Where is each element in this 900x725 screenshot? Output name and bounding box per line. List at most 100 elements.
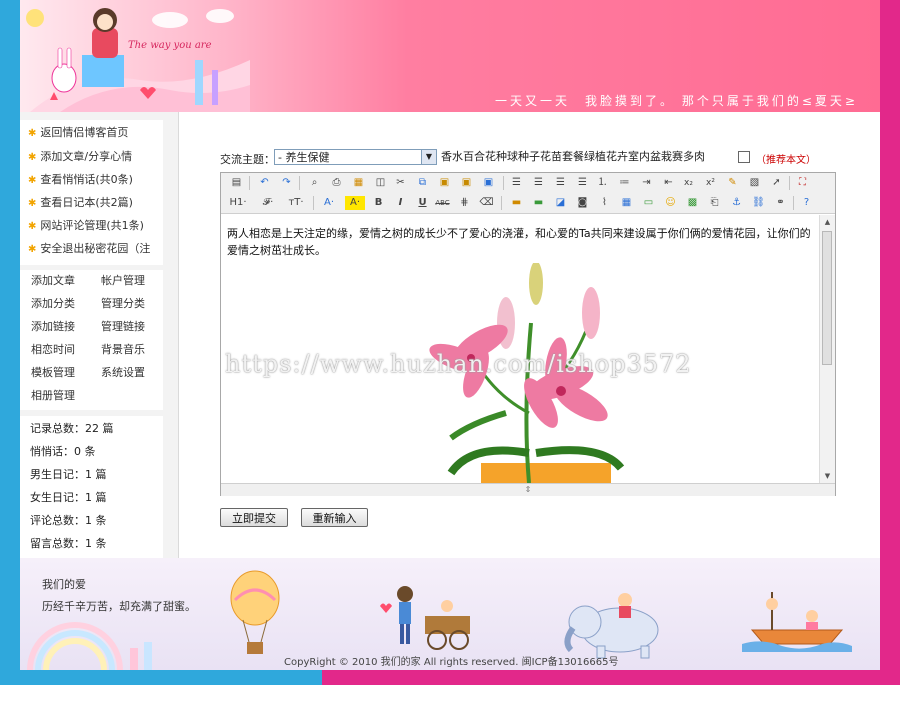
redo-icon[interactable]: ↷ [279,176,294,190]
admin-manage-links[interactable]: 管理链接 [101,318,145,336]
content-divider [178,112,179,558]
link-icon[interactable]: ⛓ [751,196,766,210]
admin-templates[interactable]: 模板管理 [31,364,75,382]
bold-icon[interactable]: B [371,196,386,210]
category-select[interactable]: - 养生保健 ▼ [274,149,437,165]
map-icon[interactable]: ▩ [685,196,700,210]
menu-home-link[interactable]: ✱ 返回情侣博客首页 [28,124,128,142]
star-icon: ✱ [28,221,37,232]
select-icon[interactable]: ➚ [769,176,784,190]
font-family-icon[interactable]: 𝓕· [257,196,279,210]
new-icon[interactable]: ◫ [373,176,388,190]
flash-icon[interactable]: ◪ [553,196,568,210]
paste-word-icon[interactable]: ▣ [481,176,496,190]
admin-love-time[interactable]: 相恋时间 [31,341,75,359]
print-icon[interactable]: ⎙ [329,176,344,190]
editor-vertical-scrollbar[interactable]: ▲ ▼ [819,215,835,483]
sidebar: ✱ 返回情侣博客首页 ✱ 添加文章/分享心情 ✱ 查看悄悄话(共0条) ✱ 查看日记本(… [20,112,178,558]
select-all-icon[interactable]: ▧ [747,176,762,190]
underline-icon[interactable]: U [415,196,430,210]
site-header: The way you are 一天又一天 我脸摸到了。 那个只属于我们的≤夏天… [20,0,880,112]
indent-icon[interactable]: ⇥ [639,176,654,190]
admin-album[interactable]: 相册管理 [31,387,75,405]
scroll-thumb[interactable] [822,231,832,365]
menu-add-article-link[interactable]: ✱ 添加文章/分享心情 [28,148,132,166]
copy-icon[interactable]: ⧉ [415,176,430,190]
emoticon-icon[interactable]: ☺ [663,196,678,210]
anchor-icon[interactable]: ⚓ [729,196,744,210]
admin-account[interactable]: 帐户管理 [101,272,145,290]
fullscreen-icon[interactable]: ⛶ [795,176,810,190]
header-illustration: The way you are [26,8,250,112]
admin-add-link[interactable]: 添加链接 [31,318,75,336]
unordered-list-icon[interactable]: ≔ [617,176,632,190]
outdent-icon[interactable]: ⇤ [661,176,676,190]
italic-icon[interactable]: I [393,196,408,210]
menu-logout-link[interactable]: ✱ 安全退出秘密花园（注 [28,240,150,258]
toolbar-separator [313,196,314,210]
heading-icon[interactable]: H1· [227,196,249,210]
menu-diary-link[interactable]: ✱ 查看日记本(共2篇) [28,194,133,212]
font-size-icon[interactable]: тT· [285,196,307,210]
sidebar-stats-panel: 记录总数：22 篇 悄悄话：0 条 男生日记：1 篇 女生日记：1 篇 评论总数… [20,416,163,558]
insert-file-icon[interactable]: ⌇ [597,196,612,210]
frame-left-border [0,0,20,685]
chevron-down-icon: ▼ [421,150,436,164]
hr-icon[interactable]: ▭ [641,196,656,210]
source-icon[interactable]: ▤ [229,176,244,190]
pagebreak-icon[interactable]: ⎗ [707,196,722,210]
align-justify-icon[interactable]: ☰ [575,176,590,190]
admin-settings[interactable]: 系统设置 [101,364,145,382]
stat-comments: 评论总数：1 条 [30,514,107,527]
scroll-down-icon[interactable]: ▼ [820,469,835,483]
image-icon[interactable]: ▬ [509,196,524,210]
strikethrough-icon[interactable]: ABC [435,196,450,210]
align-right-icon[interactable]: ☰ [553,176,568,190]
text-color-icon[interactable]: A· [319,196,339,210]
table-icon[interactable]: ▦ [619,196,634,210]
recommend-checkbox[interactable] [738,151,750,163]
template-icon[interactable]: ▦ [351,176,366,190]
title-input[interactable]: 香水百合花种球种子花苗套餐绿植花卉室内盆栽赛多肉 [441,149,731,165]
elephant-illustration [564,593,659,659]
media-icon[interactable]: ◙ [575,196,590,210]
highlight-icon[interactable]: A· [345,196,365,210]
menu-comments-link[interactable]: ✱ 网站评论管理(共1条) [28,217,144,235]
footer-copyright: CopyRight © 2010 我们的家 All rights reserve… [284,657,619,668]
editor-toolbar-row-1: ▤ ↶ ↷ ⌕ ⎙ ▦ ◫ ✂ ⧉ ▣ ▣ ▣ ☰ ☰ ☰ ☰ ⒈ ≔ ⇥ ⇤ … [221,173,835,193]
site-footer: 我们的爱 历经千辛万苦，却充满了甜蜜。 CopyRight © 2010 我们的… [20,558,880,670]
admin-bg-music[interactable]: 背景音乐 [101,341,145,359]
subscript-icon[interactable]: x₂ [681,176,696,190]
admin-add-article[interactable]: 添加文章 [31,272,75,290]
submit-button[interactable]: 立即提交 [220,508,288,527]
menu-whispers-link[interactable]: ✱ 查看悄悄话(共0条) [28,171,133,189]
preview-icon[interactable]: ⌕ [307,176,322,190]
cut-icon[interactable]: ✂ [393,176,408,190]
admin-manage-category[interactable]: 管理分类 [101,295,145,313]
line-height-icon[interactable]: ⋕ [457,196,472,210]
unlink-icon[interactable]: ⚭ [773,196,788,210]
paste-icon[interactable]: ▣ [437,176,452,190]
topic-label: 交流主题： [220,153,275,166]
rich-text-editor: ▤ ↶ ↷ ⌕ ⎙ ▦ ◫ ✂ ⧉ ▣ ▣ ▣ ☰ ☰ ☰ ☰ ⒈ ≔ ⇥ ⇤ … [220,172,836,496]
align-left-icon[interactable]: ☰ [509,176,524,190]
eraser-icon[interactable]: ⌫ [479,196,494,210]
help-icon[interactable]: ? [799,196,814,210]
paste-text-icon[interactable]: ▣ [459,176,474,190]
star-icon: ✱ [28,198,37,209]
scroll-up-icon[interactable]: ▲ [820,215,835,229]
undo-icon[interactable]: ↶ [257,176,272,190]
multi-image-icon[interactable]: ▬ [531,196,546,210]
editor-content-area[interactable]: 两人相恋是上天注定的缘，爱情之树的成长少不了爱心的浇灌，和心爱的Ta共同来建设属… [221,215,819,483]
superscript-icon[interactable]: x² [703,176,718,190]
ordered-list-icon[interactable]: ⒈ [595,176,610,190]
editor-toolbar-row-2: H1· 𝓕· тT· A· A· B I U ABC ⋕ ⌫ ▬ ▬ ◪ ◙ ⌇… [221,193,835,214]
boat-couple-illustration [742,592,852,652]
sidebar-admin-panel: 添加文章 添加分类 添加链接 相恋时间 模板管理 相册管理 帐户管理 管理分类 … [20,270,163,410]
frame-bottom-pink [322,670,900,685]
editor-resize-handle[interactable]: ⇕ [221,483,835,496]
clear-format-icon[interactable]: ✎ [725,176,740,190]
align-center-icon[interactable]: ☰ [531,176,546,190]
reset-button[interactable]: 重新输入 [301,508,368,527]
admin-add-category[interactable]: 添加分类 [31,295,75,313]
